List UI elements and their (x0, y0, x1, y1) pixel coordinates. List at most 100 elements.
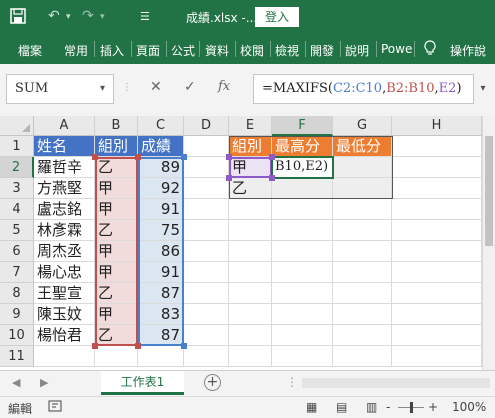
name-box-dropdown-icon[interactable]: ▾ (100, 75, 105, 103)
cell-a4[interactable]: 盧志銘 (34, 199, 95, 220)
cell-b1[interactable]: 組別 (95, 136, 138, 157)
horizontal-scrollbar[interactable] (302, 378, 490, 388)
cell-c6[interactable]: 86 (138, 241, 184, 262)
column-header-f[interactable]: F (272, 116, 333, 136)
accessibility-icon[interactable] (48, 399, 62, 416)
formula-input[interactable]: =MAXIFS(C2:C10,B2:B10,E2) (253, 74, 474, 104)
cell-f3[interactable] (272, 178, 333, 199)
cancel-icon[interactable]: ✕ (150, 79, 162, 95)
row-header-3[interactable]: 3 (0, 178, 34, 199)
empty-cell[interactable] (272, 346, 333, 367)
cell-a5[interactable]: 林彥霖 (34, 220, 95, 241)
tab-page-layout[interactable]: 頁面 (136, 42, 160, 59)
empty-cell[interactable] (229, 304, 272, 325)
empty-cell[interactable] (272, 325, 333, 346)
prev-sheet-icon[interactable]: ◀ (12, 376, 20, 389)
empty-cell[interactable] (392, 199, 482, 220)
empty-cell[interactable] (229, 199, 272, 220)
empty-cell[interactable] (272, 283, 333, 304)
empty-cell[interactable] (184, 157, 229, 178)
cell-c1[interactable]: 成績 (138, 136, 184, 157)
column-header-b[interactable]: B (95, 116, 138, 136)
enter-check-icon[interactable]: ✓ (184, 79, 196, 95)
empty-cell[interactable] (272, 304, 333, 325)
row-header-11[interactable]: 11 (0, 346, 34, 367)
tab-home[interactable]: 常用 (64, 42, 88, 59)
empty-cell[interactable] (184, 304, 229, 325)
cell-g1[interactable]: 最低分 (333, 136, 392, 157)
zoom-in-button[interactable]: + (428, 400, 438, 414)
range-handle[interactable] (92, 154, 98, 160)
empty-cell[interactable] (392, 157, 482, 178)
cell-c9[interactable]: 83 (138, 304, 184, 325)
empty-cell[interactable] (184, 283, 229, 304)
empty-cell[interactable] (184, 199, 229, 220)
cell-c5[interactable]: 75 (138, 220, 184, 241)
lightbulb-icon[interactable] (424, 40, 436, 60)
cell-a10[interactable]: 楊怡君 (34, 325, 95, 346)
empty-cell[interactable] (392, 220, 482, 241)
empty-cell[interactable] (229, 220, 272, 241)
column-header-g[interactable]: G (333, 116, 392, 136)
empty-cell[interactable] (184, 346, 229, 367)
empty-cell[interactable] (34, 346, 95, 367)
page-break-view-icon[interactable]: ▥ (366, 400, 377, 414)
empty-cell[interactable] (184, 220, 229, 241)
range-handle[interactable] (226, 154, 232, 160)
cell-a2[interactable]: 羅哲辛 (34, 157, 95, 178)
zoom-level[interactable]: 100% (452, 400, 486, 414)
row-header-4[interactable]: 4 (0, 199, 34, 220)
normal-view-icon[interactable]: ▦ (306, 400, 317, 414)
range-handle[interactable] (269, 154, 275, 160)
empty-cell[interactable] (392, 325, 482, 346)
tab-file[interactable]: 檔案 (18, 42, 42, 59)
empty-cell[interactable] (392, 304, 482, 325)
row-header-10[interactable]: 10 (0, 325, 34, 346)
empty-cell[interactable] (392, 346, 482, 367)
vertical-scrollbar[interactable] (482, 116, 495, 370)
row-header-9[interactable]: 9 (0, 304, 34, 325)
empty-cell[interactable] (184, 262, 229, 283)
row-header-8[interactable]: 8 (0, 283, 34, 304)
next-sheet-icon[interactable]: ▶ (40, 376, 48, 389)
zoom-slider-thumb[interactable] (410, 402, 413, 413)
empty-cell[interactable] (333, 262, 392, 283)
vertical-scroll-thumb[interactable] (485, 136, 493, 246)
column-header-d[interactable]: D (184, 116, 229, 136)
cell-a6[interactable]: 周杰丞 (34, 241, 95, 262)
empty-cell[interactable] (229, 325, 272, 346)
empty-cell[interactable] (184, 241, 229, 262)
empty-cell[interactable] (229, 262, 272, 283)
save-icon[interactable] (10, 8, 26, 28)
tab-view[interactable]: 檢視 (275, 42, 299, 59)
zoom-out-button[interactable]: - (386, 400, 390, 414)
range-handle[interactable] (92, 343, 98, 349)
row-header-5[interactable]: 5 (0, 220, 34, 241)
cell-c3[interactable]: 92 (138, 178, 184, 199)
empty-cell[interactable] (333, 325, 392, 346)
cell-b4[interactable]: 甲 (95, 199, 138, 220)
row-header-2[interactable]: 2 (0, 157, 34, 178)
empty-cell[interactable] (95, 346, 138, 367)
column-header-h[interactable]: H (392, 116, 482, 136)
cell-f1[interactable]: 最高分 (272, 136, 333, 157)
tab-review[interactable]: 校閱 (240, 42, 264, 59)
cell-b6[interactable]: 甲 (95, 241, 138, 262)
cell-c7[interactable]: 91 (138, 262, 184, 283)
row-header-6[interactable]: 6 (0, 241, 34, 262)
range-handle[interactable] (181, 343, 187, 349)
insert-function-icon[interactable]: fx (218, 79, 230, 94)
empty-cell[interactable] (184, 136, 229, 157)
range-handle[interactable] (269, 175, 275, 181)
cell-b7[interactable]: 甲 (95, 262, 138, 283)
cell-a9[interactable]: 陳玉妏 (34, 304, 95, 325)
row-header-1[interactable]: 1 (0, 136, 34, 157)
name-box[interactable]: SUM ▾ (6, 74, 114, 104)
undo-dropdown-icon[interactable]: ▾ (66, 12, 71, 22)
empty-cell[interactable] (333, 220, 392, 241)
column-header-c[interactable]: C (138, 116, 184, 136)
tab-data[interactable]: 資料 (205, 42, 229, 59)
redo-icon[interactable]: ↷ (82, 8, 94, 24)
empty-cell[interactable] (184, 178, 229, 199)
worksheet-grid[interactable]: A B C D E F G H 1 2 3 4 5 6 7 8 9 10 11 … (0, 116, 482, 370)
